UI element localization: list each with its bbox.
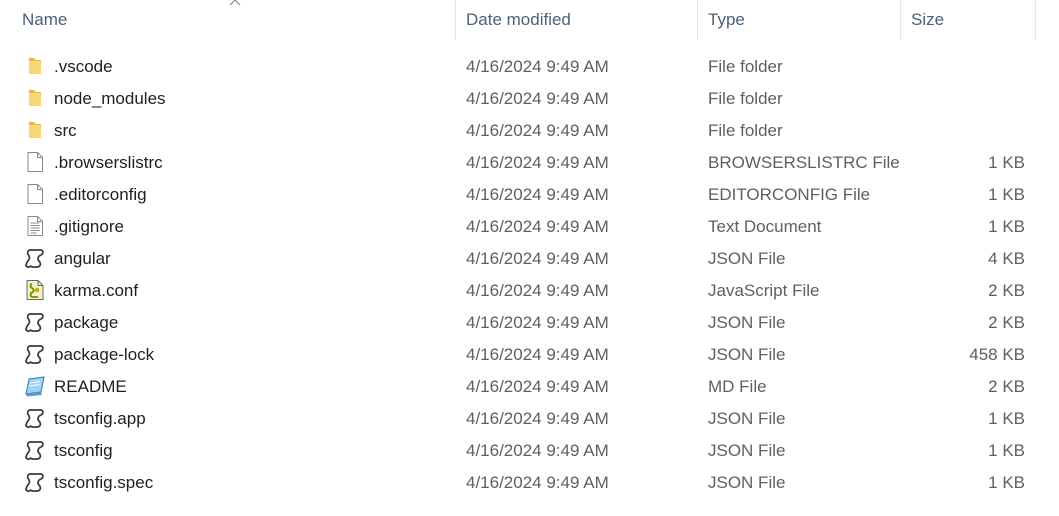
file-date-modified: 4/16/2024 9:49 AM xyxy=(466,281,609,300)
file-row[interactable]: tsconfig.spec 4/16/2024 9:49 AM JSON File 1… xyxy=(0,467,1040,499)
file-row[interactable]: README 4/16/2024 9:49 AM MD File 2 KB xyxy=(0,371,1040,403)
file-row[interactable]: package-lock 4/16/2024 9:49 AM JSON File 45… xyxy=(0,339,1040,371)
file-type: File folder xyxy=(708,57,783,76)
file-row[interactable]: .editorconfig 4/16/2024 9:49 AM EDITORCONF… xyxy=(0,179,1040,211)
json-file-icon xyxy=(24,247,46,269)
file-type: JSON File xyxy=(708,313,786,332)
folder-icon xyxy=(24,55,46,77)
file-name: node_modules xyxy=(54,89,166,108)
json-file-icon xyxy=(24,439,46,461)
file-row[interactable]: karma.conf 4/16/2024 9:49 AM JavaScript Fi… xyxy=(0,275,1040,307)
file-type: File folder xyxy=(708,89,783,108)
file-name: angular xyxy=(54,249,111,268)
file-name: .browserslistrc xyxy=(54,153,163,172)
file-row[interactable]: .browserslistrc 4/16/2024 9:49 AM BROWSERS… xyxy=(0,147,1040,179)
file-name: package-lock xyxy=(54,345,155,364)
file-size: 2 KB xyxy=(988,377,1025,396)
file-date-modified: 4/16/2024 9:49 AM xyxy=(466,217,609,236)
file-date-modified: 4/16/2024 9:49 AM xyxy=(466,121,609,140)
file-type: BROWSERSLISTRC File xyxy=(708,153,900,172)
blank-file-icon xyxy=(24,183,46,205)
file-name: .gitignore xyxy=(54,217,124,236)
column-header-bar: Name Date modified Type Size xyxy=(0,0,1059,40)
file-row[interactable]: .vscode 4/16/2024 9:49 AM File folder xyxy=(0,51,1040,83)
file-date-modified: 4/16/2024 9:49 AM xyxy=(466,89,609,108)
file-size: 1 KB xyxy=(988,441,1025,460)
file-date-modified: 4/16/2024 9:49 AM xyxy=(466,345,609,364)
file-date-modified: 4/16/2024 9:49 AM xyxy=(466,249,609,268)
file-type: EDITORCONFIG File xyxy=(708,185,871,204)
file-name: package xyxy=(54,313,119,332)
file-name: tsconfig.spec xyxy=(54,473,154,492)
column-header-type[interactable]: Type xyxy=(698,0,900,40)
file-size: 1 KB xyxy=(988,409,1025,428)
folder-icon xyxy=(24,119,46,141)
file-date-modified: 4/16/2024 9:49 AM xyxy=(466,377,609,396)
file-list: .vscode 4/16/2024 9:49 AM File folder node… xyxy=(0,51,1059,499)
file-date-modified: 4/16/2024 9:49 AM xyxy=(466,409,609,428)
javascript-file-icon xyxy=(24,279,46,301)
file-date-modified: 4/16/2024 9:49 AM xyxy=(466,57,609,76)
file-type: JSON File xyxy=(708,345,786,364)
folder-icon xyxy=(24,87,46,109)
file-row[interactable]: angular 4/16/2024 9:49 AM JSON File 4 KB xyxy=(0,243,1040,275)
file-size: 4 KB xyxy=(988,249,1025,268)
file-type: JSON File xyxy=(708,441,786,460)
file-size: 2 KB xyxy=(988,313,1025,332)
file-size: 1 KB xyxy=(988,473,1025,492)
file-type: MD File xyxy=(708,377,767,396)
file-row[interactable]: tsconfig.app 4/16/2024 9:49 AM JSON File 1 … xyxy=(0,403,1040,435)
file-date-modified: 4/16/2024 9:49 AM xyxy=(466,153,609,172)
file-type: JSON File xyxy=(708,473,786,492)
sort-ascending-icon xyxy=(229,0,241,6)
file-type: JSON File xyxy=(708,409,786,428)
file-type: File folder xyxy=(708,121,783,140)
file-date-modified: 4/16/2024 9:49 AM xyxy=(466,185,609,204)
column-header-size[interactable]: Size xyxy=(901,0,1035,40)
blank-file-icon xyxy=(24,151,46,173)
file-size: 1 KB xyxy=(988,217,1025,236)
file-name: karma.conf xyxy=(54,281,139,300)
file-type: JavaScript File xyxy=(708,281,820,300)
file-date-modified: 4/16/2024 9:49 AM xyxy=(466,473,609,492)
file-name: src xyxy=(54,121,77,140)
file-row[interactable]: node_modules 4/16/2024 9:49 AM File folder xyxy=(0,83,1040,115)
file-name: tsconfig.app xyxy=(54,409,146,428)
file-row[interactable]: package 4/16/2024 9:49 AM JSON File 2 KB xyxy=(0,307,1040,339)
column-header-date-modified[interactable]: Date modified xyxy=(456,0,698,40)
file-type: Text Document xyxy=(708,217,822,236)
file-name: tsconfig xyxy=(54,441,113,460)
json-file-icon xyxy=(24,343,46,365)
file-row[interactable]: tsconfig 4/16/2024 9:49 AM JSON File 1 KB xyxy=(0,435,1040,467)
file-name: .vscode xyxy=(54,57,113,76)
file-name: README xyxy=(54,377,127,396)
json-file-icon xyxy=(24,471,46,493)
column-divider[interactable] xyxy=(1035,0,1036,40)
markdown-file-icon xyxy=(24,375,46,397)
json-file-icon xyxy=(24,311,46,333)
text-file-icon xyxy=(24,215,46,237)
file-type: JSON File xyxy=(708,249,786,268)
file-size: 1 KB xyxy=(988,185,1025,204)
file-size: 458 KB xyxy=(969,345,1025,364)
file-name: .editorconfig xyxy=(54,185,147,204)
file-row[interactable]: src 4/16/2024 9:49 AM File folder xyxy=(0,115,1040,147)
file-size: 2 KB xyxy=(988,281,1025,300)
file-date-modified: 4/16/2024 9:49 AM xyxy=(466,313,609,332)
file-date-modified: 4/16/2024 9:49 AM xyxy=(466,441,609,460)
file-size: 1 KB xyxy=(988,153,1025,172)
json-file-icon xyxy=(24,407,46,429)
file-row[interactable]: .gitignore 4/16/2024 9:49 AM Text Document… xyxy=(0,211,1040,243)
